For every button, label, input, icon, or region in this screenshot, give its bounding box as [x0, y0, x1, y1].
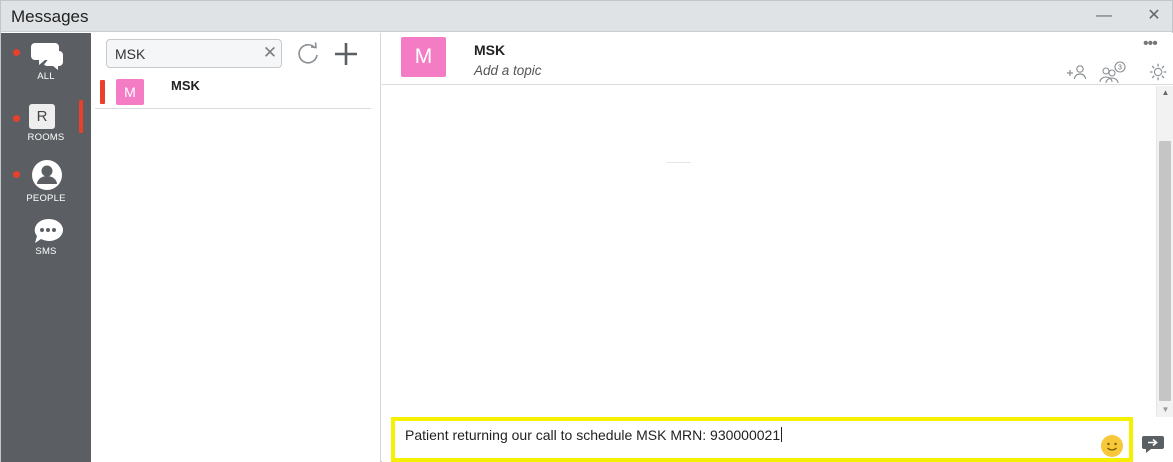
message-area: [382, 86, 1156, 417]
rail-label-all: ALL: [37, 71, 55, 82]
message-input[interactable]: Patient returning our call to schedule M…: [391, 417, 1133, 462]
search-box: ✕: [106, 39, 282, 68]
add-person-icon[interactable]: [1065, 61, 1089, 83]
add-topic-field[interactable]: Add a topic: [474, 63, 542, 78]
scroll-thumb[interactable]: [1159, 141, 1171, 401]
avatar: M: [116, 79, 144, 105]
selected-indicator: [79, 100, 83, 133]
rail-item-sms[interactable]: SMS: [1, 209, 91, 271]
close-button[interactable]: ✕: [1139, 5, 1169, 27]
unread-dot: [13, 171, 20, 178]
message-input-text: Patient returning our call to schedule M…: [405, 427, 783, 443]
scrollbar[interactable]: ▲ ▼: [1156, 86, 1173, 417]
unread-dot: [13, 115, 20, 122]
chat-pane: M MSK Add a topic ••• 3 ▲ ▼ Patient retu…: [382, 33, 1173, 462]
emoji-icon[interactable]: [1101, 435, 1123, 457]
more-options-icon[interactable]: •••: [1143, 36, 1169, 55]
person-icon: [32, 160, 62, 190]
scroll-down-arrow-icon[interactable]: ▼: [1160, 405, 1171, 415]
rail-item-all[interactable]: ALL: [1, 33, 91, 95]
window-title: Messages: [11, 7, 89, 26]
send-icon[interactable]: [1141, 434, 1165, 454]
members-icon[interactable]: 3: [1098, 61, 1128, 83]
room-name: MSK: [474, 42, 506, 58]
members-count: 3: [1118, 65, 1122, 72]
sms-bubble-icon: [34, 218, 63, 243]
text-caret: [781, 427, 783, 442]
conversation-list-pane: ✕ M MSK: [91, 33, 381, 462]
rail-item-people[interactable]: PEOPLE: [1, 153, 91, 215]
settings-gear-icon[interactable]: [1148, 61, 1170, 83]
room-letter-icon: R: [29, 104, 55, 129]
title-bar: Messages — ✕: [1, 1, 1172, 32]
messages-window: Messages — ✕ ALL R ROOMS PEOPLE SMS MSK …: [0, 0, 1173, 462]
list-item[interactable]: M MSK: [95, 75, 371, 109]
clear-search-icon[interactable]: ✕: [260, 43, 280, 63]
scroll-up-arrow-icon[interactable]: ▲: [1160, 88, 1171, 98]
conversation-name: MSK: [171, 78, 200, 93]
rail-label-sms: SMS: [35, 246, 57, 257]
rail-label-rooms: ROOMS: [27, 132, 65, 143]
unread-indicator: [100, 80, 105, 104]
rail-label-people: PEOPLE: [26, 193, 66, 204]
room-avatar: M: [401, 37, 446, 77]
chat-bubbles-icon: [31, 43, 63, 70]
message-divider: [667, 162, 691, 163]
minimize-button[interactable]: —: [1089, 5, 1119, 27]
rail-item-rooms[interactable]: R ROOMS: [1, 99, 91, 161]
chat-header: M MSK Add a topic ••• 3: [382, 33, 1173, 85]
add-icon[interactable]: [331, 39, 361, 69]
nav-rail: ALL R ROOMS PEOPLE SMS: [1, 33, 91, 462]
unread-dot: [13, 49, 20, 56]
refresh-icon[interactable]: [294, 40, 322, 68]
search-input[interactable]: [115, 44, 255, 64]
